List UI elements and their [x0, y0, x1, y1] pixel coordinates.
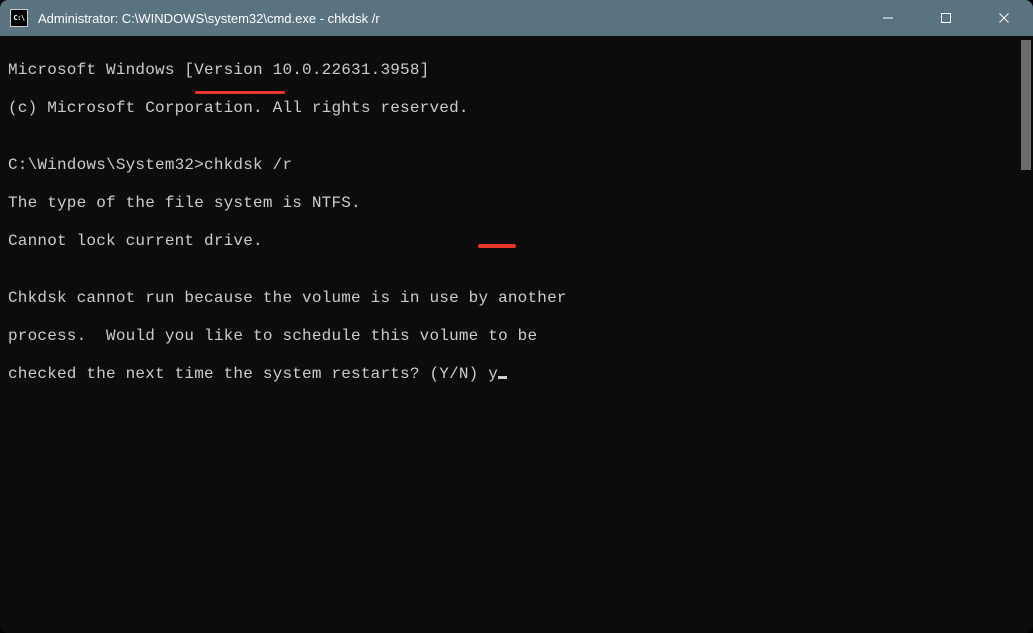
- terminal-output[interactable]: Microsoft Windows [Version 10.0.22631.39…: [0, 36, 1019, 633]
- close-icon: [998, 12, 1010, 24]
- text-cursor: [498, 376, 507, 379]
- output-line: Cannot lock current drive.: [8, 232, 1011, 251]
- cmd-window: C:\ Administrator: C:\WINDOWS\system32\c…: [0, 0, 1033, 633]
- maximize-icon: [940, 12, 952, 24]
- annotation-underline: [478, 244, 516, 248]
- content-area: Microsoft Windows [Version 10.0.22631.39…: [0, 36, 1033, 633]
- window-title: Administrator: C:\WINDOWS\system32\cmd.e…: [38, 11, 859, 26]
- output-line: Chkdsk cannot run because the volume is …: [8, 289, 1011, 308]
- titlebar[interactable]: C:\ Administrator: C:\WINDOWS\system32\c…: [0, 0, 1033, 36]
- cmd-icon: C:\: [10, 9, 28, 27]
- prompt-line: C:\Windows\System32>chkdsk /r: [8, 156, 1011, 175]
- maximize-button[interactable]: [917, 0, 975, 36]
- minimize-button[interactable]: [859, 0, 917, 36]
- input-line: checked the next time the system restart…: [8, 365, 1011, 384]
- output-line: The type of the file system is NTFS.: [8, 194, 1011, 213]
- output-line: (c) Microsoft Corporation. All rights re…: [8, 99, 1011, 118]
- output-line: process. Would you like to schedule this…: [8, 327, 1011, 346]
- scrollbar[interactable]: [1019, 36, 1033, 633]
- output-line: Microsoft Windows [Version 10.0.22631.39…: [8, 61, 1011, 80]
- window-controls: [859, 0, 1033, 36]
- annotation-underline: [195, 91, 285, 94]
- scrollbar-thumb[interactable]: [1021, 40, 1031, 170]
- close-button[interactable]: [975, 0, 1033, 36]
- minimize-icon: [882, 12, 894, 24]
